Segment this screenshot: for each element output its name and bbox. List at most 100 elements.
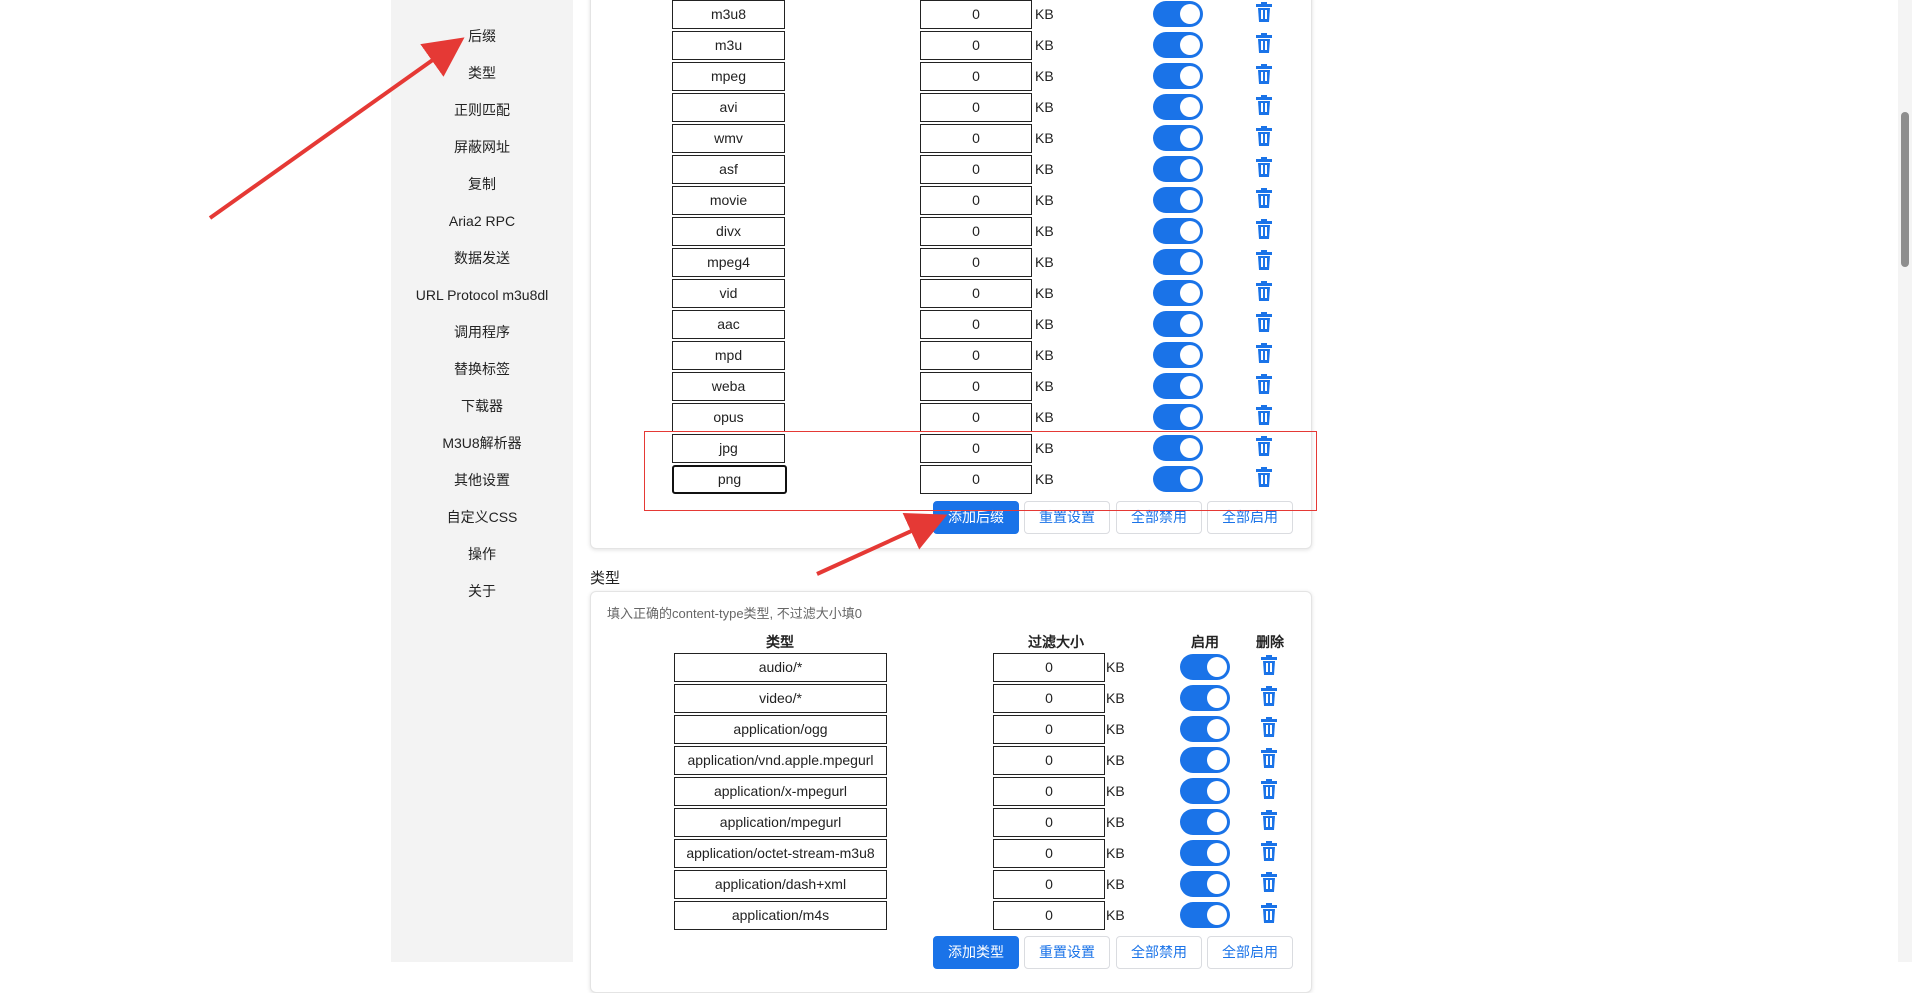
- suffix-enable-toggle[interactable]: [1153, 1, 1203, 27]
- trash-icon[interactable]: [1261, 655, 1277, 675]
- suffix-size-input[interactable]: 0: [920, 93, 1032, 122]
- suffix-name-input[interactable]: weba: [672, 372, 785, 401]
- suffix-enable-toggle[interactable]: [1153, 156, 1203, 182]
- trash-icon[interactable]: [1261, 779, 1277, 799]
- suffix-size-input[interactable]: 0: [920, 186, 1032, 215]
- enable-all-type-button[interactable]: 全部启用: [1207, 936, 1293, 969]
- disable-all-type-button[interactable]: 全部禁用: [1116, 936, 1202, 969]
- type-name-input[interactable]: application/m4s: [674, 901, 887, 930]
- type-size-input[interactable]: 0: [993, 777, 1105, 806]
- type-size-input[interactable]: 0: [993, 684, 1105, 713]
- suffix-name-input[interactable]: opus: [672, 403, 785, 432]
- type-enable-toggle[interactable]: [1180, 809, 1230, 835]
- type-enable-toggle[interactable]: [1180, 840, 1230, 866]
- trash-icon[interactable]: [1261, 810, 1277, 830]
- suffix-size-input[interactable]: 0: [920, 279, 1032, 308]
- suffix-enable-toggle[interactable]: [1153, 404, 1203, 430]
- type-size-input[interactable]: 0: [993, 839, 1105, 868]
- trash-icon[interactable]: [1261, 748, 1277, 768]
- trash-icon[interactable]: [1256, 188, 1272, 208]
- suffix-enable-toggle[interactable]: [1153, 32, 1203, 58]
- type-name-input[interactable]: application/ogg: [674, 715, 887, 744]
- type-size-input[interactable]: 0: [993, 653, 1105, 682]
- suffix-name-input[interactable]: mpeg4: [672, 248, 785, 277]
- suffix-enable-toggle[interactable]: [1153, 342, 1203, 368]
- trash-icon[interactable]: [1256, 250, 1272, 270]
- sidebar-item[interactable]: 操作: [391, 544, 573, 564]
- suffix-size-input[interactable]: 0: [920, 124, 1032, 153]
- suffix-enable-toggle[interactable]: [1153, 280, 1203, 306]
- type-name-input[interactable]: audio/*: [674, 653, 887, 682]
- suffix-name-input[interactable]: aac: [672, 310, 785, 339]
- trash-icon[interactable]: [1256, 157, 1272, 177]
- suffix-size-input[interactable]: 0: [920, 248, 1032, 277]
- trash-icon[interactable]: [1261, 841, 1277, 861]
- trash-icon[interactable]: [1261, 686, 1277, 706]
- type-name-input[interactable]: application/vnd.apple.mpegurl: [674, 746, 887, 775]
- suffix-size-input[interactable]: 0: [920, 155, 1032, 184]
- trash-icon[interactable]: [1256, 95, 1272, 115]
- suffix-name-input[interactable]: divx: [672, 217, 785, 246]
- trash-icon[interactable]: [1256, 33, 1272, 53]
- type-size-input[interactable]: 0: [993, 808, 1105, 837]
- add-type-button[interactable]: 添加类型: [933, 936, 1019, 969]
- type-name-input[interactable]: application/dash+xml: [674, 870, 887, 899]
- trash-icon[interactable]: [1256, 219, 1272, 239]
- suffix-enable-toggle[interactable]: [1153, 187, 1203, 213]
- type-enable-toggle[interactable]: [1180, 871, 1230, 897]
- suffix-name-input[interactable]: movie: [672, 186, 785, 215]
- suffix-size-input[interactable]: 0: [920, 310, 1032, 339]
- type-size-input[interactable]: 0: [993, 715, 1105, 744]
- trash-icon[interactable]: [1256, 64, 1272, 84]
- sidebar-item[interactable]: 自定义CSS: [391, 507, 573, 527]
- type-enable-toggle[interactable]: [1180, 654, 1230, 680]
- suffix-name-input[interactable]: mpd: [672, 341, 785, 370]
- type-size-input[interactable]: 0: [993, 746, 1105, 775]
- type-size-input[interactable]: 0: [993, 870, 1105, 899]
- sidebar-item[interactable]: 关于: [391, 581, 573, 601]
- type-enable-toggle[interactable]: [1180, 902, 1230, 928]
- trash-icon[interactable]: [1256, 281, 1272, 301]
- scrollbar-thumb[interactable]: [1901, 112, 1909, 267]
- trash-icon[interactable]: [1261, 903, 1277, 923]
- type-name-input[interactable]: application/octet-stream-m3u8: [674, 839, 887, 868]
- suffix-name-input[interactable]: m3u: [672, 31, 785, 60]
- type-name-input[interactable]: application/x-mpegurl: [674, 777, 887, 806]
- type-enable-toggle[interactable]: [1180, 685, 1230, 711]
- suffix-enable-toggle[interactable]: [1153, 218, 1203, 244]
- type-name-input[interactable]: video/*: [674, 684, 887, 713]
- suffix-size-input[interactable]: 0: [920, 403, 1032, 432]
- suffix-name-input[interactable]: avi: [672, 93, 785, 122]
- suffix-name-input[interactable]: vid: [672, 279, 785, 308]
- suffix-size-input[interactable]: 0: [920, 31, 1032, 60]
- type-enable-toggle[interactable]: [1180, 747, 1230, 773]
- suffix-name-input[interactable]: asf: [672, 155, 785, 184]
- type-enable-toggle[interactable]: [1180, 716, 1230, 742]
- suffix-enable-toggle[interactable]: [1153, 311, 1203, 337]
- type-name-input[interactable]: application/mpegurl: [674, 808, 887, 837]
- reset-type-button[interactable]: 重置设置: [1024, 936, 1110, 969]
- trash-icon[interactable]: [1256, 312, 1272, 332]
- trash-icon[interactable]: [1256, 405, 1272, 425]
- suffix-size-input[interactable]: 0: [920, 0, 1032, 29]
- suffix-name-input[interactable]: mpeg: [672, 62, 785, 91]
- trash-icon[interactable]: [1256, 126, 1272, 146]
- suffix-name-input[interactable]: wmv: [672, 124, 785, 153]
- suffix-enable-toggle[interactable]: [1153, 249, 1203, 275]
- suffix-enable-toggle[interactable]: [1153, 125, 1203, 151]
- suffix-enable-toggle[interactable]: [1153, 63, 1203, 89]
- type-size-input[interactable]: 0: [993, 901, 1105, 930]
- trash-icon[interactable]: [1261, 717, 1277, 737]
- suffix-size-input[interactable]: 0: [920, 372, 1032, 401]
- suffix-name-input[interactable]: m3u8: [672, 0, 785, 29]
- suffix-size-input[interactable]: 0: [920, 341, 1032, 370]
- trash-icon[interactable]: [1261, 872, 1277, 892]
- trash-icon[interactable]: [1256, 2, 1272, 22]
- type-enable-toggle[interactable]: [1180, 778, 1230, 804]
- suffix-size-input[interactable]: 0: [920, 217, 1032, 246]
- trash-icon[interactable]: [1256, 374, 1272, 394]
- trash-icon[interactable]: [1256, 343, 1272, 363]
- suffix-enable-toggle[interactable]: [1153, 94, 1203, 120]
- suffix-enable-toggle[interactable]: [1153, 373, 1203, 399]
- suffix-size-input[interactable]: 0: [920, 62, 1032, 91]
